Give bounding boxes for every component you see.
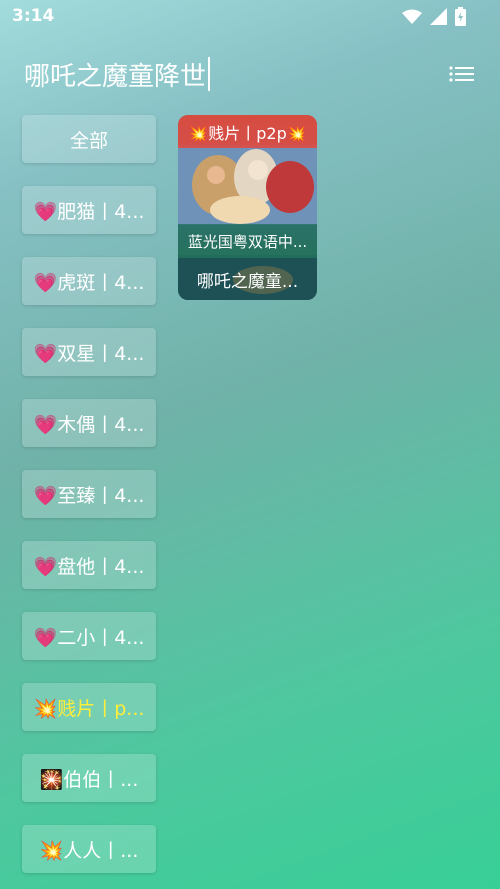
search-input[interactable]: 哪吒之魔童降世 bbox=[24, 56, 211, 93]
source-item-panta[interactable]: 💗盘他丨4... bbox=[22, 541, 156, 589]
source-item-erxiao[interactable]: 💗二小丨4... bbox=[22, 612, 156, 660]
signal-icon bbox=[430, 8, 447, 25]
wifi-icon bbox=[402, 9, 422, 24]
source-item-jianpian[interactable]: 💥贱片丨p... bbox=[22, 683, 156, 731]
source-item-huban[interactable]: 💗虎斑丨4... bbox=[22, 257, 156, 305]
result-description: 蓝光国粤双语中... bbox=[178, 224, 317, 258]
source-item-renren[interactable]: 💥人人丨... bbox=[22, 825, 156, 873]
list-menu-icon[interactable] bbox=[448, 62, 476, 86]
source-item-label: 🎇伯伯丨... bbox=[39, 768, 139, 791]
status-time: 3:14 bbox=[12, 6, 55, 26]
source-item-label: 💗肥猫丨4... bbox=[33, 200, 145, 223]
source-item-label: 💗木偶丨4... bbox=[33, 413, 145, 436]
source-item-label: 💗至臻丨4... bbox=[33, 484, 145, 507]
text-cursor bbox=[208, 57, 211, 91]
status-icons bbox=[402, 7, 466, 26]
source-item-label: 💗双星丨4... bbox=[33, 342, 145, 365]
source-item-label: 💥贱片丨p... bbox=[33, 697, 145, 720]
source-item-label: 💥人人丨... bbox=[39, 839, 139, 862]
source-item-zhizhen[interactable]: 💗至臻丨4... bbox=[22, 470, 156, 518]
result-card[interactable]: 💥贱片丨p2p💥 蓝光国粤双语中... 哪吒之魔童... bbox=[178, 115, 317, 300]
source-item-label: 全部 bbox=[69, 129, 108, 152]
battery-icon bbox=[455, 7, 466, 26]
source-item-muou[interactable]: 💗木偶丨4... bbox=[22, 399, 156, 447]
source-item-label: 💗二小丨4... bbox=[33, 626, 145, 649]
source-item-shuangxing[interactable]: 💗双星丨4... bbox=[22, 328, 156, 376]
result-source-tag: 💥贱片丨p2p💥 bbox=[178, 115, 317, 148]
search-bar: 哪吒之魔童降世 bbox=[0, 48, 500, 102]
status-bar: 3:14 bbox=[0, 0, 500, 34]
source-item-all[interactable]: 全部 bbox=[22, 115, 156, 163]
source-item-bobo[interactable]: 🎇伯伯丨... bbox=[22, 754, 156, 802]
result-title-text: 哪吒之魔童... bbox=[196, 271, 299, 292]
source-item-feimao[interactable]: 💗肥猫丨4... bbox=[22, 186, 156, 234]
result-description-text: 蓝光国粤双语中... bbox=[187, 232, 308, 251]
source-item-label: 💗虎斑丨4... bbox=[33, 271, 145, 294]
source-item-label: 💗盘他丨4... bbox=[33, 555, 145, 578]
search-query: 哪吒之魔童降世 bbox=[24, 62, 207, 92]
result-title: 哪吒之魔童... bbox=[178, 258, 317, 300]
